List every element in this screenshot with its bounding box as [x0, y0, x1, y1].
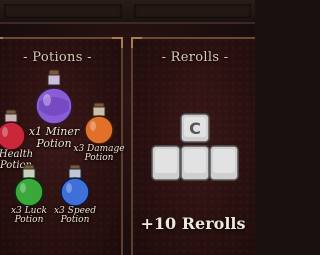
potions-panel-title: - Potions -	[23, 50, 92, 65]
potion-label-damage: x3 Damage Potion	[73, 144, 124, 164]
panel-corner-ornament	[112, 37, 123, 48]
orange-potion-icon	[84, 102, 114, 145]
purple-potion-icon	[35, 69, 73, 125]
panel-corner-ornament	[131, 37, 142, 48]
top-frame-segment	[134, 4, 251, 18]
potion-reward-damage[interactable]: x3 Damage Potion	[73, 102, 125, 164]
potion-label-speed: x3 Speed Potion	[54, 206, 96, 226]
potion-label-line: Potion	[84, 153, 114, 164]
potion-label-luck: x3 Luck Potion	[11, 206, 47, 226]
reroll-key-letter: C	[189, 119, 201, 138]
potion-label-line: x1 Miner	[28, 125, 80, 138]
potion-label-line: Potion	[14, 215, 44, 226]
green-potion-icon	[14, 164, 44, 207]
red-potion-icon	[0, 109, 26, 151]
blue-potion-icon	[60, 164, 90, 207]
potion-reward-luck[interactable]: x3 Luck Potion	[4, 164, 54, 226]
potion-label-line: Health	[0, 149, 34, 160]
top-frame-segment	[4, 4, 122, 18]
potion-label-line: Potion	[60, 215, 90, 226]
rerolls-reward[interactable]: C	[131, 108, 255, 192]
rerolls-panel-title: - Rerolls -	[161, 50, 229, 65]
potion-label-miner: x1 Miner Potion	[29, 126, 79, 149]
potion-reward-health[interactable]: Health Potion	[0, 109, 36, 171]
rerolls-amount-text: +10 Rerolls	[140, 214, 246, 233]
potion-reward-speed[interactable]: x3 Speed Potion	[50, 164, 100, 226]
rewards-screen: - Potions - x1 Miner Potion Health Potio…	[0, 0, 255, 255]
reroll-keys-icon: C	[151, 113, 239, 181]
potion-label-line: Potion	[36, 136, 72, 150]
top-frame-bar	[0, 0, 255, 24]
panel-corner-ornament	[0, 37, 3, 48]
